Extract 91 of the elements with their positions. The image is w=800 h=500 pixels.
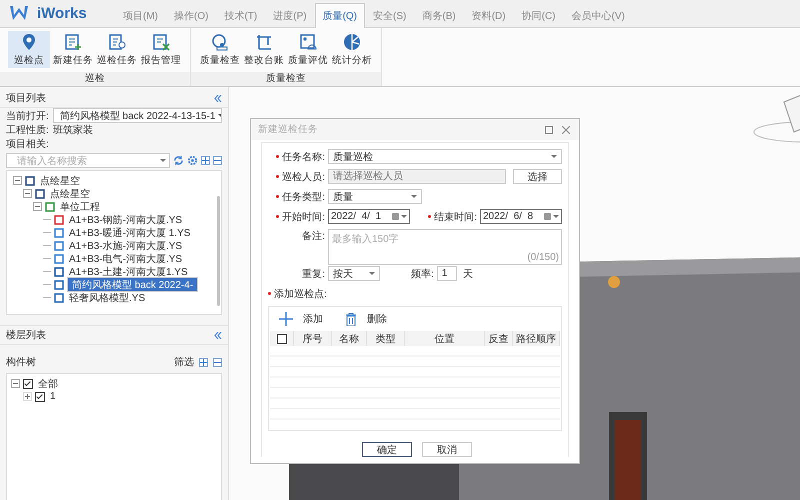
refresh-icon[interactable]: [173, 155, 184, 166]
expand-all-button[interactable]: [201, 156, 210, 165]
frequency-field[interactable]: 1: [436, 266, 457, 281]
field-label: 巡检人员:: [282, 170, 325, 184]
column-header: 名称: [332, 331, 367, 346]
ribbon-group-label: 巡检: [0, 72, 190, 86]
field-label: 任务名称:: [282, 150, 325, 164]
delete-button[interactable]: 删除: [345, 312, 387, 326]
dialog-title: 新建巡检任务: [258, 123, 318, 136]
field-label: 添加巡检点:: [274, 288, 327, 300]
column-header: 位置: [405, 331, 485, 346]
dialog-button[interactable]: 取消: [422, 442, 472, 457]
field-value: 班筑家装: [52, 124, 93, 136]
tree-item[interactable]: 点绘星空: [38, 174, 82, 188]
tree-item[interactable]: A1+B3-钢筋-河南大厦.YS: [67, 212, 184, 226]
task-type-dropdown[interactable]: 质量: [328, 189, 422, 204]
tree-item[interactable]: 全部: [36, 376, 60, 390]
tree-item[interactable]: 点绘星空: [48, 186, 92, 200]
expand-all-button[interactable]: [199, 358, 208, 366]
dialog-button[interactable]: 确定: [362, 442, 412, 457]
tree-item[interactable]: 1: [48, 391, 58, 402]
filter-button[interactable]: 筛选: [174, 355, 194, 369]
ribbon-button[interactable]: 新建任务: [52, 31, 94, 68]
field-label: 频率:: [411, 268, 434, 280]
tree-item[interactable]: A1+B3-土建-河南大厦1.YS: [67, 264, 190, 278]
plus-icon: [279, 312, 293, 326]
ribbon-button[interactable]: 报告管理: [140, 31, 182, 68]
tree-label: 构件树: [6, 356, 36, 369]
picture-frame-icon: [299, 32, 317, 50]
maximize-icon[interactable]: [545, 126, 553, 134]
field-label: 项目相关:: [6, 138, 49, 150]
repeat-dropdown[interactable]: 按天: [328, 266, 380, 281]
collapse-all-button[interactable]: [213, 156, 222, 165]
tree-item[interactable]: 简约风格模型 back 2022-4-: [67, 277, 198, 292]
end-date-picker[interactable]: 2022/ 6/ 8: [480, 209, 562, 224]
tree-item[interactable]: 单位工程: [58, 200, 102, 214]
ribbon-group-label: 质量检查: [191, 72, 381, 86]
column-header: 反查: [485, 331, 513, 346]
add-button[interactable]: 添加: [279, 312, 323, 326]
logo-icon: [9, 4, 29, 22]
column-header: 类型: [367, 331, 405, 346]
pie-chart-icon: [343, 32, 361, 50]
field-label: 工程性质:: [6, 124, 49, 136]
tree-item[interactable]: A1+B3-水施-河南大厦.YS: [67, 238, 184, 252]
tree-toggle-icon[interactable]: [23, 189, 32, 198]
field-label: 重复:: [302, 268, 325, 280]
app-title: iWorks: [37, 4, 87, 22]
field-label: 备注:: [302, 230, 325, 243]
tree-toggle-icon[interactable]: [13, 176, 22, 185]
collapse-all-button[interactable]: [213, 358, 222, 366]
minus-icon: [214, 159, 221, 162]
task-name-dropdown[interactable]: 质量巡检: [328, 149, 562, 164]
tree-toggle-icon[interactable]: [33, 202, 42, 211]
unit-label: 天: [462, 268, 473, 280]
tree-item[interactable]: A1+B3-暖通-河南大厦 1.YS: [67, 226, 192, 240]
crane-icon: [255, 32, 273, 50]
plus-icon: [200, 358, 207, 366]
ribbon-button[interactable]: 质量检查: [199, 31, 241, 68]
location-pin-icon: [20, 32, 38, 50]
tree-item[interactable]: 轻奢风格模型.YS: [67, 290, 148, 304]
column-header: 序号: [294, 331, 332, 346]
document-plus-icon: [64, 32, 82, 50]
trash-icon: [345, 312, 357, 326]
project-dropdown[interactable]: 简约风格模型 back 2022-4-13-15-1: [52, 108, 222, 123]
field-label: 任务类型:: [282, 190, 325, 204]
menu-tab[interactable]: 质量(Q): [314, 3, 366, 28]
collapse-icon[interactable]: [214, 94, 222, 102]
minus-icon: [214, 360, 221, 364]
tree-toggle-icon[interactable]: [11, 379, 20, 388]
collapse-icon[interactable]: [214, 332, 222, 338]
checkbox[interactable]: [35, 392, 45, 402]
inspection-icon: [211, 32, 229, 50]
ribbon-button[interactable]: 质量评优: [287, 31, 329, 68]
ribbon-button[interactable]: 统计分析: [331, 31, 373, 68]
select-button[interactable]: 选择: [513, 169, 562, 184]
ribbon-button[interactable]: 巡检任务: [96, 31, 138, 68]
field-label: 开始时间:: [282, 210, 325, 224]
ribbon-button[interactable]: 巡检点: [8, 31, 50, 68]
start-date-picker[interactable]: 2022/ 4/ 1: [328, 209, 410, 224]
checkbox[interactable]: [23, 378, 33, 388]
field-label: 结束时间:: [434, 210, 477, 224]
panel-title: 项目列表: [6, 92, 46, 105]
ribbon-button[interactable]: 整改台账: [243, 31, 285, 68]
field-label: 当前打开:: [6, 110, 49, 122]
plus-icon: [202, 157, 209, 164]
column-header: 路径顺序: [513, 331, 560, 346]
settings-icon[interactable]: [187, 155, 198, 166]
checkbox[interactable]: [276, 334, 286, 344]
tree-item[interactable]: A1+B3-电气-河南大厦.YS: [67, 252, 184, 266]
close-icon[interactable]: [562, 126, 570, 134]
panel-title: 楼层列表: [6, 328, 46, 342]
